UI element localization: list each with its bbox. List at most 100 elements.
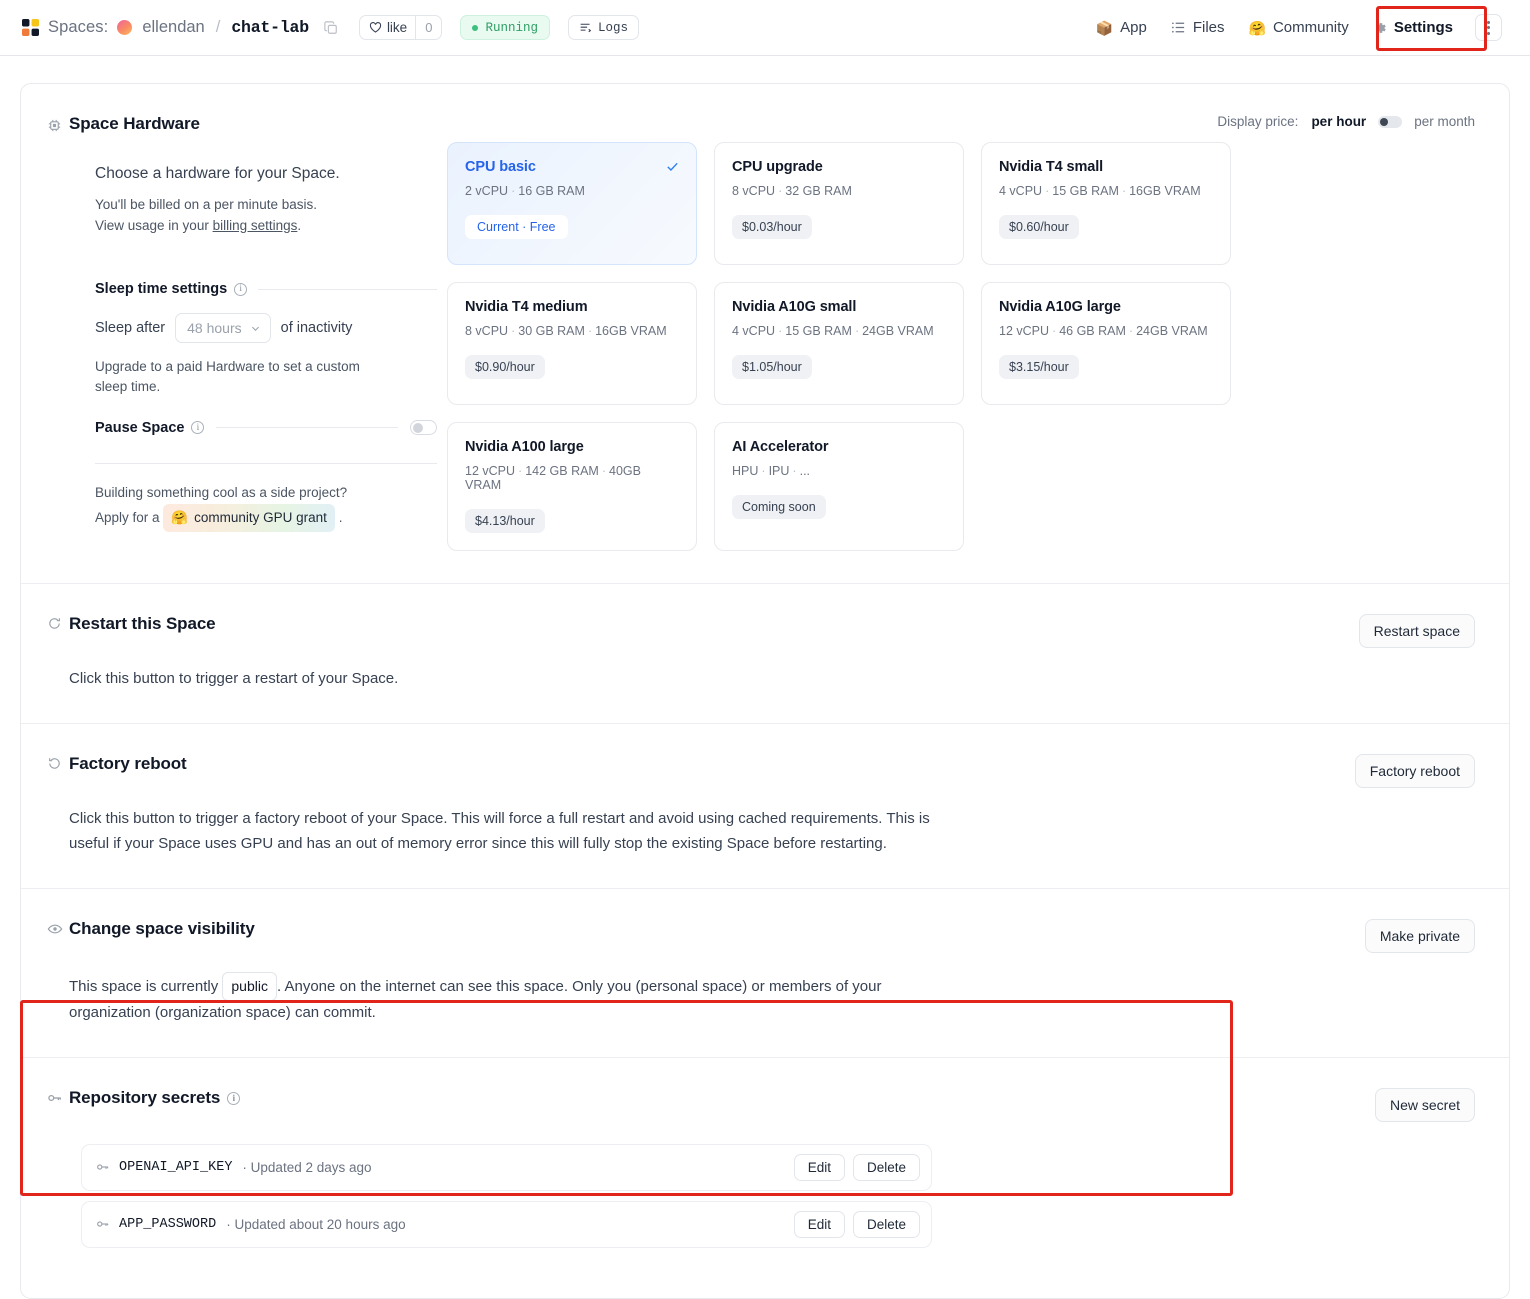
secrets-list: OPENAI_API_KEY· Updated 2 days agoEditDe… — [47, 1144, 932, 1248]
hardware-option-card[interactable]: CPU basic2 vCPU·16 GB RAMCurrent · Free — [447, 142, 697, 265]
heart-icon — [369, 21, 382, 34]
restart-title: Restart this Space — [69, 614, 216, 634]
hardware-option-name: Nvidia T4 medium — [465, 299, 679, 315]
hardware-spec: 15 GB RAM — [785, 324, 852, 338]
eye-icon — [47, 921, 69, 937]
restart-space-section: Restart this Space Restart space Click t… — [21, 584, 1509, 724]
status-dot-icon — [472, 25, 478, 31]
sleep-inactivity-label: of inactivity — [281, 320, 353, 336]
like-label: like — [387, 20, 407, 35]
info-icon[interactable]: i — [191, 421, 204, 434]
secret-actions: Edit Delete — [794, 1211, 920, 1238]
billing-settings-link[interactable]: billing settings — [213, 218, 298, 233]
display-price-label: Display price: — [1217, 114, 1298, 129]
community-gpu-grant-link[interactable]: 🤗 community GPU grant — [163, 504, 335, 532]
spaces-label: Spaces: — [48, 18, 108, 37]
hardware-spec: 16 GB RAM — [518, 184, 585, 198]
hardware-spec: 4 vCPU — [732, 324, 775, 338]
hardware-option-card[interactable]: CPU upgrade8 vCPU·32 GB RAM$0.03/hour — [714, 142, 964, 265]
kebab-dot-icon — [1487, 26, 1490, 29]
like-button[interactable]: like 0 — [359, 15, 443, 40]
nav-files-label: Files — [1193, 19, 1225, 36]
spec-separator: · — [511, 184, 515, 198]
hardware-option-card[interactable]: AI AcceleratorHPU·IPU·...Coming soon — [714, 422, 964, 551]
factory-reboot-icon — [47, 756, 69, 771]
info-icon[interactable]: i — [234, 283, 247, 296]
owner-link[interactable]: ellendan — [142, 18, 204, 37]
divider — [258, 289, 437, 290]
hardware-option-specs: HPU·IPU·... — [732, 464, 946, 478]
factory-reboot-button[interactable]: Factory reboot — [1355, 754, 1475, 788]
sleep-after-label: Sleep after — [95, 320, 165, 336]
chevron-down-icon — [250, 323, 261, 334]
delete-secret-button[interactable]: Delete — [853, 1154, 920, 1181]
price-period-toggle[interactable] — [1378, 116, 1402, 128]
hardware-option-card[interactable]: Nvidia T4 small4 vCPU·15 GB RAM·16GB VRA… — [981, 142, 1231, 265]
sleep-duration-select[interactable]: 48 hours — [175, 313, 270, 343]
delete-secret-button[interactable]: Delete — [853, 1211, 920, 1238]
spec-separator: · — [588, 324, 592, 338]
copy-icon[interactable] — [322, 19, 340, 37]
per-hour-label[interactable]: per hour — [1311, 114, 1366, 129]
billing-line-2-prefix: View usage in your — [95, 218, 213, 233]
hardware-option-card[interactable]: Nvidia A100 large12 vCPU·142 GB RAM·40GB… — [447, 422, 697, 551]
hardware-price-badge: Coming soon — [732, 495, 826, 519]
spec-separator: · — [602, 464, 606, 478]
billing-line-2-suffix: . — [297, 218, 301, 233]
hardware-option-specs: 12 vCPU·46 GB RAM·24GB VRAM — [999, 324, 1213, 338]
grant-prefix: Apply for a — [95, 510, 160, 525]
hardware-option-name: Nvidia A10G small — [732, 299, 946, 315]
hardware-option-card[interactable]: Nvidia A10G large12 vCPU·46 GB RAM·24GB … — [981, 282, 1231, 405]
spec-separator: · — [761, 464, 765, 478]
restart-space-button[interactable]: Restart space — [1359, 614, 1475, 648]
nav-files[interactable]: Files — [1159, 12, 1237, 43]
per-month-label[interactable]: per month — [1414, 114, 1475, 129]
settings-page: Space Hardware Choose a hardware for you… — [0, 56, 1530, 1299]
repository-secrets-section: Repository secrets i New secret OPENAI_AP… — [21, 1058, 1509, 1298]
nav-community[interactable]: 🤗 Community — [1237, 12, 1361, 43]
hardware-spec: 16GB VRAM — [595, 324, 667, 338]
pause-space-label: Pause Space — [95, 420, 184, 436]
visibility-status-chip: public — [222, 972, 277, 1001]
space-hardware-section: Space Hardware Choose a hardware for you… — [21, 84, 1509, 584]
status-label: Running — [485, 21, 538, 35]
make-private-button[interactable]: Make private — [1365, 919, 1475, 953]
pause-space-toggle[interactable] — [410, 420, 437, 435]
hardware-option-card[interactable]: Nvidia T4 medium8 vCPU·30 GB RAM·16GB VR… — [447, 282, 697, 405]
repo-name[interactable]: chat-lab — [231, 18, 309, 37]
spec-separator: · — [855, 324, 859, 338]
breadcrumb: Spaces: ellendan / chat-lab like 0 Runni… — [22, 15, 639, 40]
more-options-button[interactable] — [1475, 14, 1502, 41]
secret-actions: Edit Delete — [794, 1154, 920, 1181]
kebab-dot-icon — [1487, 32, 1490, 35]
hugging-face-icon: 🤗 — [171, 506, 188, 530]
nav-settings[interactable]: Settings — [1361, 12, 1465, 43]
nav-app[interactable]: 📦 App — [1084, 12, 1159, 43]
settings-card: Space Hardware Choose a hardware for you… — [20, 83, 1510, 1299]
spec-separator: · — [778, 324, 782, 338]
sleep-time-heading: Sleep time settings i — [95, 281, 437, 297]
spec-separator: · — [518, 464, 522, 478]
hardware-price-badge: $0.03/hour — [732, 215, 812, 239]
divider — [95, 463, 437, 464]
edit-secret-button[interactable]: Edit — [794, 1211, 845, 1238]
community-icon: 🤗 — [1249, 21, 1266, 35]
page-title: Space Hardware — [69, 114, 200, 134]
chip-icon — [47, 118, 69, 133]
nav-app-label: App — [1120, 19, 1147, 36]
info-icon[interactable]: i — [227, 1092, 240, 1105]
new-secret-button[interactable]: New secret — [1375, 1088, 1475, 1122]
secrets-title-text: Repository secrets — [69, 1088, 220, 1107]
hardware-billing-note: You'll be billed on a per minute basis. … — [95, 195, 437, 236]
spec-separator: · — [1045, 184, 1049, 198]
hardware-option-name: CPU basic — [465, 159, 679, 175]
logs-button[interactable]: Logs — [568, 15, 639, 40]
edit-secret-button[interactable]: Edit — [794, 1154, 845, 1181]
hardware-option-specs: 12 vCPU·142 GB RAM·40GB VRAM — [465, 464, 679, 492]
hardware-option-card[interactable]: Nvidia A10G small4 vCPU·15 GB RAM·24GB V… — [714, 282, 964, 405]
top-navigation-bar: Spaces: ellendan / chat-lab like 0 Runni… — [0, 0, 1530, 56]
hardware-spec: 2 vCPU — [465, 184, 508, 198]
hardware-spec: 16GB VRAM — [1129, 184, 1201, 198]
gear-icon — [1373, 21, 1387, 35]
divider — [216, 427, 398, 428]
